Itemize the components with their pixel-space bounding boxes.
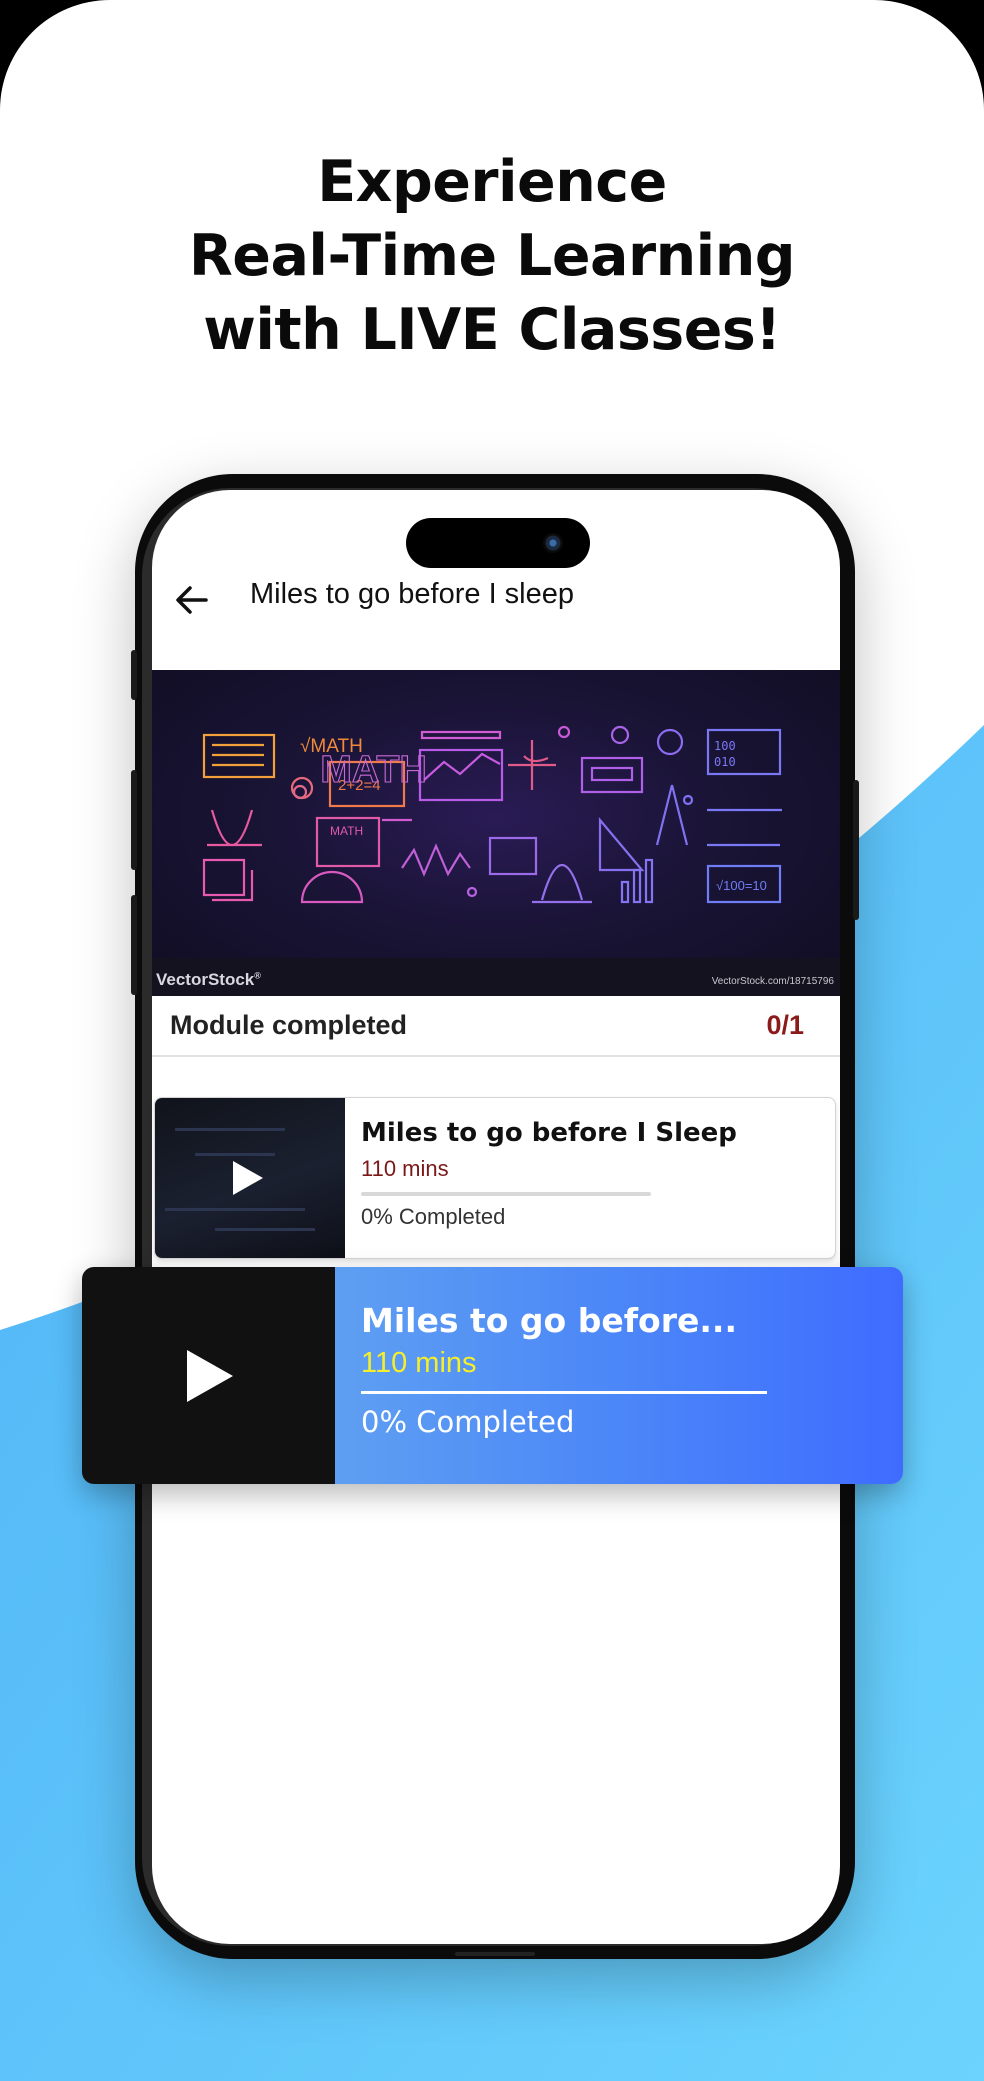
arrow-left-icon[interactable] [172, 582, 212, 618]
lesson-title: Miles to go before I Sleep [361, 1118, 737, 1148]
course-banner-image: √MATH 2+2=4 100 010 MATH MATH √100=10 Ve… [152, 670, 840, 996]
home-indicator [455, 1952, 535, 1956]
phone-side-button [131, 650, 137, 700]
highlighted-lesson-status: 0% Completed [361, 1405, 575, 1439]
vectorstock-logo: VectorStock® [156, 970, 261, 989]
highlighted-lesson-thumbnail[interactable] [82, 1267, 335, 1484]
banner-math-label: MATH [320, 749, 426, 791]
highlighted-lesson-progress-bar [361, 1391, 767, 1394]
lesson-status: 0% Completed [361, 1204, 506, 1229]
highlighted-lesson-duration: 110 mins [361, 1347, 477, 1379]
svg-text:100: 100 [714, 739, 736, 753]
lesson-progress-bar [361, 1192, 651, 1196]
module-completed-label: Module completed [170, 1010, 408, 1040]
phone-power-button [853, 780, 859, 920]
lesson-duration: 110 mins [361, 1156, 449, 1181]
camera-icon [543, 533, 563, 553]
math-illustration: √MATH 2+2=4 100 010 MATH MATH √100=10 [202, 725, 782, 904]
lesson-card[interactable]: Miles to go before I Sleep 110 mins 0% C… [154, 1097, 836, 1259]
svg-text:MATH: MATH [330, 824, 363, 838]
banner-footer: VectorStock® VectorStock.com/18715796 [152, 958, 840, 996]
svg-text:√100=10: √100=10 [716, 878, 767, 893]
play-icon[interactable] [233, 1161, 263, 1195]
lesson-thumbnail[interactable] [155, 1098, 345, 1258]
phone-volume-down-button [131, 895, 137, 995]
highlighted-lesson-card[interactable]: Miles to go before... 110 mins 0% Comple… [82, 1267, 903, 1484]
headline-line-3: with LIVE Classes! [203, 297, 781, 363]
screen-title: Miles to go before I sleep [250, 578, 575, 610]
play-icon[interactable] [187, 1350, 233, 1402]
phone-volume-up-button [131, 770, 137, 870]
promo-headline: Experience Real-Time Learning with LIVE … [0, 145, 984, 367]
highlighted-lesson-details: Miles to go before... 110 mins 0% Comple… [335, 1267, 903, 1484]
headline-line-2: Real-Time Learning [188, 223, 796, 289]
vectorstock-url: VectorStock.com/18715796 [711, 976, 834, 987]
module-progress-bar: Module completed 0/1 [152, 997, 840, 1057]
svg-text:010: 010 [714, 755, 736, 769]
highlighted-lesson-title: Miles to go before... [361, 1301, 737, 1340]
module-completed-count: 0/1 [766, 1010, 804, 1040]
headline-line-1: Experience [317, 149, 667, 215]
